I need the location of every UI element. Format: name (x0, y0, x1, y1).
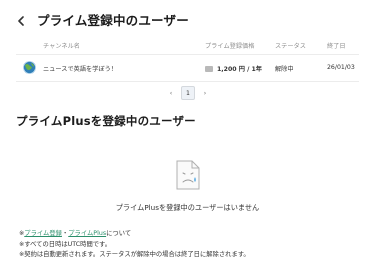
end-date-value: 26/01/03 (327, 64, 355, 71)
prime-registration-link[interactable]: プライム登録 (24, 230, 62, 237)
page-title: プライム登録中のユーザー (37, 12, 189, 28)
back-button[interactable] (14, 14, 28, 28)
column-header-price: プライム登録価格 (205, 43, 255, 50)
note-line-1: ※プライム登録・プライムPlusについて (19, 229, 250, 240)
page-1-button[interactable]: 1 (181, 86, 195, 100)
chevron-left-icon (18, 15, 24, 26)
plus-section-title: プライムPlusを登録中のユーザー (16, 114, 196, 128)
column-header-end-date: 終了日 (327, 43, 346, 50)
table-header: チャンネル名 プライム登録価格 ステータス 終了日 (16, 38, 359, 54)
globe-icon (23, 61, 36, 74)
next-page-button[interactable]: › (198, 86, 212, 100)
empty-document-icon (176, 160, 200, 190)
prev-page-button[interactable]: ‹ (164, 86, 178, 100)
row-divider (16, 81, 359, 82)
column-header-channel: チャンネル名 (43, 43, 80, 50)
column-header-status: ステータス (275, 43, 306, 50)
pagination: ‹ 1 › (164, 86, 212, 100)
notes: ※プライム登録・プライムPlusについて ※すべての日時はUTC時間です。 ※契… (19, 229, 250, 261)
note-line-2: ※すべての日時はUTC時間です。 (19, 240, 111, 248)
prime-plus-link[interactable]: プライムPlus (68, 230, 106, 237)
price-cell: 1,200 円 / 1年 (205, 64, 262, 73)
note-suffix: について (106, 230, 132, 237)
page-header: プライム登録中のユーザー (14, 9, 189, 29)
channel-name[interactable]: ニュースで英語を学ぼう！ (43, 64, 117, 73)
table-row[interactable]: ニュースで英語を学ぼう！ 1,200 円 / 1年 解除中 26/01/03 (16, 55, 359, 81)
status-value: 解除中 (275, 66, 294, 73)
note-line-3: ※契約は自動更新されます。ステータスが解除中の場合は終了日に解除されます。 (19, 251, 250, 259)
page: プライム登録中のユーザー チャンネル名 プライム登録価格 ステータス 終了日 ニ… (0, 0, 375, 277)
price-value: 1,200 円 / 1年 (217, 66, 262, 73)
empty-state-message: プライムPlusを登録中のユーザーはいません (115, 203, 260, 212)
channel-avatar (23, 61, 36, 74)
plan-icon (205, 65, 213, 72)
